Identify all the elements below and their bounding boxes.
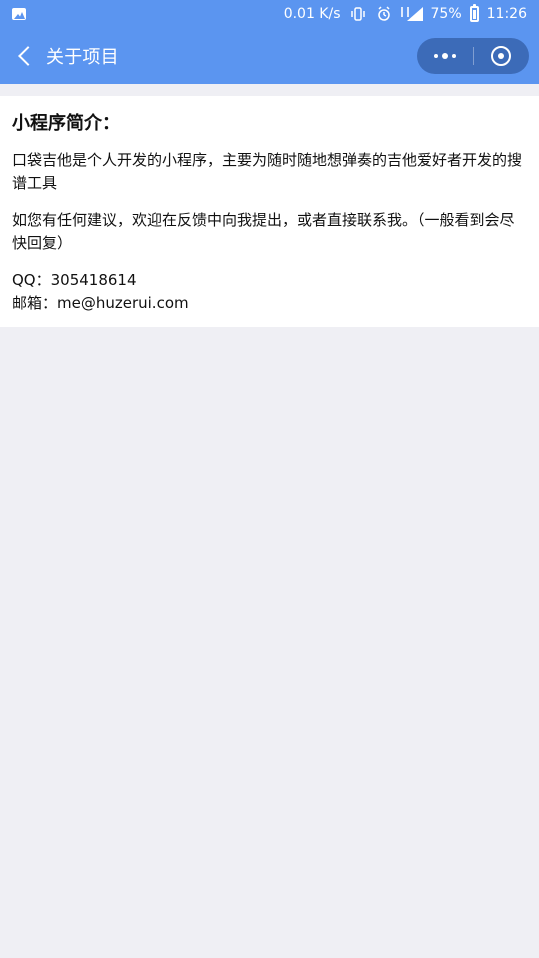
navigation-bar: 关于项目 <box>0 28 539 84</box>
signal-icon <box>400 7 423 21</box>
vibrate-icon <box>349 5 367 23</box>
dot-icon <box>441 53 448 59</box>
status-bar: 0.01 K/s 75% 11:26 <box>0 0 539 28</box>
qq-contact: QQ：305418614 <box>12 271 137 290</box>
intro-heading: 小程序简介： <box>12 113 120 134</box>
status-right: 0.01 K/s 75% 11:26 <box>283 4 527 23</box>
email-contact: 邮箱：me@huzerui.com <box>12 294 189 313</box>
battery-percentage: 75% <box>430 6 462 22</box>
target-button[interactable] <box>474 38 530 74</box>
more-button[interactable] <box>417 38 473 74</box>
page-title: 关于项目 <box>46 47 119 68</box>
app-screen: 0.01 K/s 75% 11:26 关于项目 小程序简介： 口袋吉他是个人开发… <box>0 0 539 958</box>
dot-icon <box>433 54 438 58</box>
back-chevron-icon <box>18 46 38 66</box>
project-info-card: 小程序简介： 口袋吉他是个人开发的小程序，主要为随时随地想弹奏的吉他爱好者开发的… <box>0 96 539 327</box>
nav-left: 关于项目 <box>14 42 119 70</box>
intro-paragraph-2: 如您有任何建议，欢迎在反馈中向我提出，或者直接联系我。（一般看到会尽快回复） <box>12 211 515 253</box>
mini-program-capsule <box>417 38 529 74</box>
intro-paragraph-1: 口袋吉他是个人开发的小程序，主要为随时随地想弹奏的吉他爱好者开发的搜谱工具 <box>12 151 523 193</box>
battery-icon <box>469 4 479 22</box>
more-dots-icon <box>433 53 456 59</box>
target-icon <box>491 46 512 66</box>
status-left <box>12 8 26 20</box>
status-time: 11:26 <box>486 6 527 22</box>
back-button[interactable] <box>14 42 38 70</box>
top-bar: 0.01 K/s 75% 11:26 关于项目 <box>0 0 539 84</box>
network-speed: 0.01 K/s <box>283 6 341 22</box>
dot-icon <box>451 54 456 58</box>
gallery-icon <box>12 8 26 20</box>
alarm-icon <box>375 5 393 23</box>
